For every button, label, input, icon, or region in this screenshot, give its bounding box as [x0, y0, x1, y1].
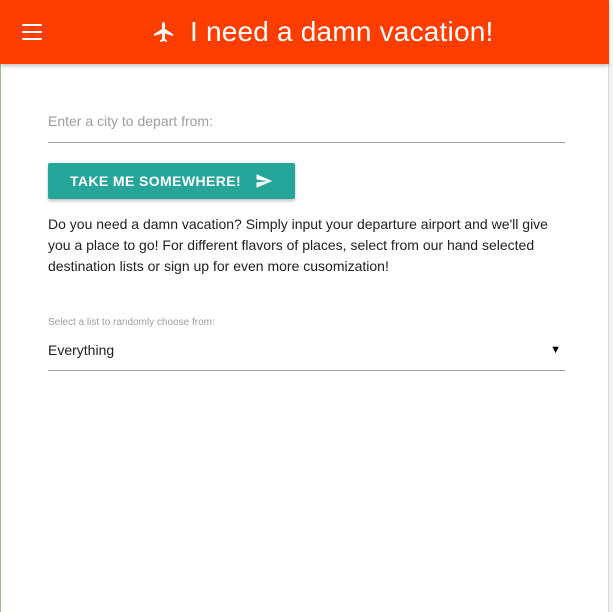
window-right-edge: [608, 64, 613, 612]
app-title-group: I need a damn vacation!: [152, 0, 493, 64]
main-content: TAKE ME SOMEWHERE! Do you need a damn va…: [48, 64, 565, 371]
take-me-somewhere-button[interactable]: TAKE ME SOMEWHERE!: [48, 163, 295, 199]
intro-description: Do you need a damn vacation? Simply inpu…: [48, 216, 548, 274]
departure-city-field: [48, 111, 565, 143]
dropdown-arrow-icon: ▼: [550, 344, 561, 356]
departure-city-input[interactable]: [48, 111, 565, 129]
app-title: I need a damn vacation!: [190, 16, 494, 47]
destination-list-select[interactable]: Everything ▼: [48, 338, 565, 371]
app-bar: I need a damn vacation!: [0, 0, 609, 64]
selected-list-value: Everything: [48, 342, 115, 358]
window-left-edge: [0, 64, 1, 612]
airplane-icon: [154, 22, 173, 42]
hamburger-menu-icon[interactable]: [22, 24, 42, 40]
list-select-label: Select a list to randomly choose from:: [48, 317, 215, 328]
take-me-somewhere-label: TAKE ME SOMEWHERE!: [69, 173, 242, 189]
send-icon: [256, 174, 273, 188]
